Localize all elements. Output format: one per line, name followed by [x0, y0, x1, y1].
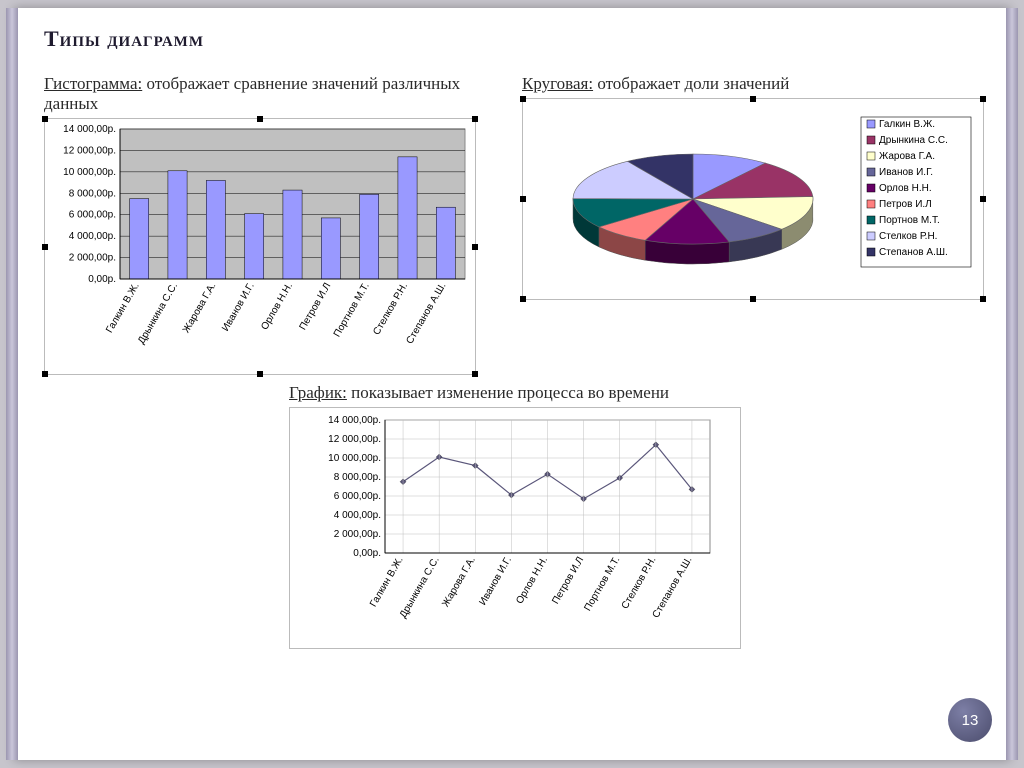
svg-text:14 000,00р.: 14 000,00р. — [63, 124, 116, 135]
svg-text:6 000,00р.: 6 000,00р. — [334, 491, 381, 502]
svg-text:6 000,00р.: 6 000,00р. — [69, 210, 116, 221]
selection-handle-icon — [257, 371, 263, 377]
svg-text:4 000,00р.: 4 000,00р. — [334, 510, 381, 521]
selection-handle-icon — [472, 116, 478, 122]
svg-text:0,00р.: 0,00р. — [88, 274, 116, 285]
svg-text:12 000,00р.: 12 000,00р. — [328, 434, 381, 445]
selection-handle-icon — [42, 116, 48, 122]
selection-handle-icon — [980, 296, 986, 302]
svg-text:Петров И.Л: Петров И.Л — [879, 199, 932, 210]
svg-text:Галкин В.Ж.: Галкин В.Ж. — [879, 119, 935, 130]
svg-text:Стелков Р.Н.: Стелков Р.Н. — [620, 555, 659, 611]
line-caption: График: показывает изменение процесса во… — [289, 383, 984, 403]
decor-rail-right — [1006, 8, 1018, 760]
svg-text:Орлов Н.Н.: Орлов Н.Н. — [514, 555, 550, 606]
svg-text:Орлов Н.Н.: Орлов Н.Н. — [259, 281, 295, 332]
svg-text:12 000,00р.: 12 000,00р. — [63, 145, 116, 156]
svg-text:Дрынкина С.С.: Дрынкина С.С. — [398, 555, 442, 620]
slide-title: Типы диаграмм — [44, 26, 984, 52]
line-chart: 0,00р. 2 000,00р. 4 000,00р. 6 000,00р. 8 00… — [289, 407, 741, 649]
page-number: 13 — [962, 712, 979, 729]
svg-text:Степанов А.Ш.: Степанов А.Ш. — [405, 281, 449, 346]
pie-caption: Круговая: отображает доли значений — [522, 74, 984, 94]
svg-text:Дрынкина С.С.: Дрынкина С.С. — [136, 281, 180, 346]
selection-handle-icon — [472, 371, 478, 377]
svg-text:Галкин В.Ж.: Галкин В.Ж. — [368, 555, 406, 609]
slide: Типы диаграмм Гистограмма: отображает ср… — [14, 8, 1010, 760]
svg-text:Иванов И.Г.: Иванов И.Г. — [477, 555, 514, 607]
line-caption-lead: График: — [289, 383, 347, 402]
svg-text:Орлов Н.Н.: Орлов Н.Н. — [879, 183, 932, 194]
pie-caption-rest: отображает доли значений — [593, 74, 789, 93]
svg-text:Жарова Г.А.: Жарова Г.А. — [879, 151, 935, 162]
selection-handle-icon — [750, 296, 756, 302]
line-caption-rest: показывает изменение процесса во времени — [347, 383, 669, 402]
svg-text:10 000,00р.: 10 000,00р. — [63, 167, 116, 178]
svg-text:Портнов М.Т.: Портнов М.Т. — [879, 215, 940, 226]
svg-text:Степанов А.Ш.: Степанов А.Ш. — [879, 247, 948, 258]
svg-text:Иванов И.Г.: Иванов И.Г. — [220, 281, 257, 333]
pie-chart-svg: Галкин В.Ж. Дрынкина С.С. Жарова Г.А. Ивано… — [523, 99, 983, 299]
selection-handle-icon — [472, 244, 478, 250]
svg-text:Портнов М.Т.: Портнов М.Т. — [582, 555, 622, 613]
svg-text:Петров И.Л: Петров И.Л — [298, 281, 334, 332]
pie-chart: Галкин В.Ж. Дрынкина С.С. Жарова Г.А. Ивано… — [522, 98, 984, 300]
selection-handle-icon — [42, 371, 48, 377]
selection-handle-icon — [42, 244, 48, 250]
svg-text:Жарова Г.А.: Жарова Г.А. — [181, 281, 219, 335]
selection-handle-icon — [750, 96, 756, 102]
svg-text:Стелков Р.Н.: Стелков Р.Н. — [371, 281, 410, 337]
svg-text:Жарова Г.А.: Жарова Г.А. — [440, 555, 478, 609]
page-number-badge: 13 — [948, 698, 992, 742]
svg-text:Галкин В.Ж.: Галкин В.Ж. — [104, 281, 142, 335]
svg-text:14 000,00р.: 14 000,00р. — [328, 415, 381, 426]
svg-text:Петров И.Л: Петров И.Л — [550, 555, 586, 606]
selection-handle-icon — [257, 116, 263, 122]
svg-text:2 000,00р.: 2 000,00р. — [334, 529, 381, 540]
svg-text:4 000,00р.: 4 000,00р. — [69, 231, 116, 242]
svg-text:Портнов М.Т.: Портнов М.Т. — [332, 281, 372, 339]
svg-text:10 000,00р.: 10 000,00р. — [328, 453, 381, 464]
slide-content: Типы диаграмм Гистограмма: отображает ср… — [44, 26, 984, 649]
svg-text:Иванов И.Г.: Иванов И.Г. — [879, 167, 933, 178]
bar-chart-svg: 0,00р. 2 000,00р. 4 000,00р. 6 000,00р. 8 00… — [45, 119, 475, 374]
svg-text:Дрынкина С.С.: Дрынкина С.С. — [879, 135, 948, 146]
svg-text:Стелков Р.Н.: Стелков Р.Н. — [879, 231, 937, 242]
svg-text:0,00р.: 0,00р. — [353, 548, 381, 559]
bar-chart: 0,00р. 2 000,00р. 4 000,00р. 6 000,00р. 8 00… — [44, 118, 476, 375]
svg-text:Степанов А.Ш.: Степанов А.Ш. — [651, 555, 695, 620]
selection-handle-icon — [520, 296, 526, 302]
svg-text:2 000,00р.: 2 000,00р. — [69, 253, 116, 264]
selection-handle-icon — [520, 96, 526, 102]
pie-caption-lead: Круговая: — [522, 74, 593, 93]
svg-text:8 000,00р.: 8 000,00р. — [334, 472, 381, 483]
selection-handle-icon — [980, 196, 986, 202]
bar-caption-lead: Гистограмма: — [44, 74, 142, 93]
selection-handle-icon — [520, 196, 526, 202]
line-chart-svg: 0,00р. 2 000,00р. 4 000,00р. 6 000,00р. 8 00… — [290, 408, 740, 648]
svg-text:8 000,00р.: 8 000,00р. — [69, 188, 116, 199]
selection-handle-icon — [980, 96, 986, 102]
decor-rail-left — [6, 8, 18, 760]
bar-caption: Гистограмма: отображает сравнение значен… — [44, 74, 492, 114]
